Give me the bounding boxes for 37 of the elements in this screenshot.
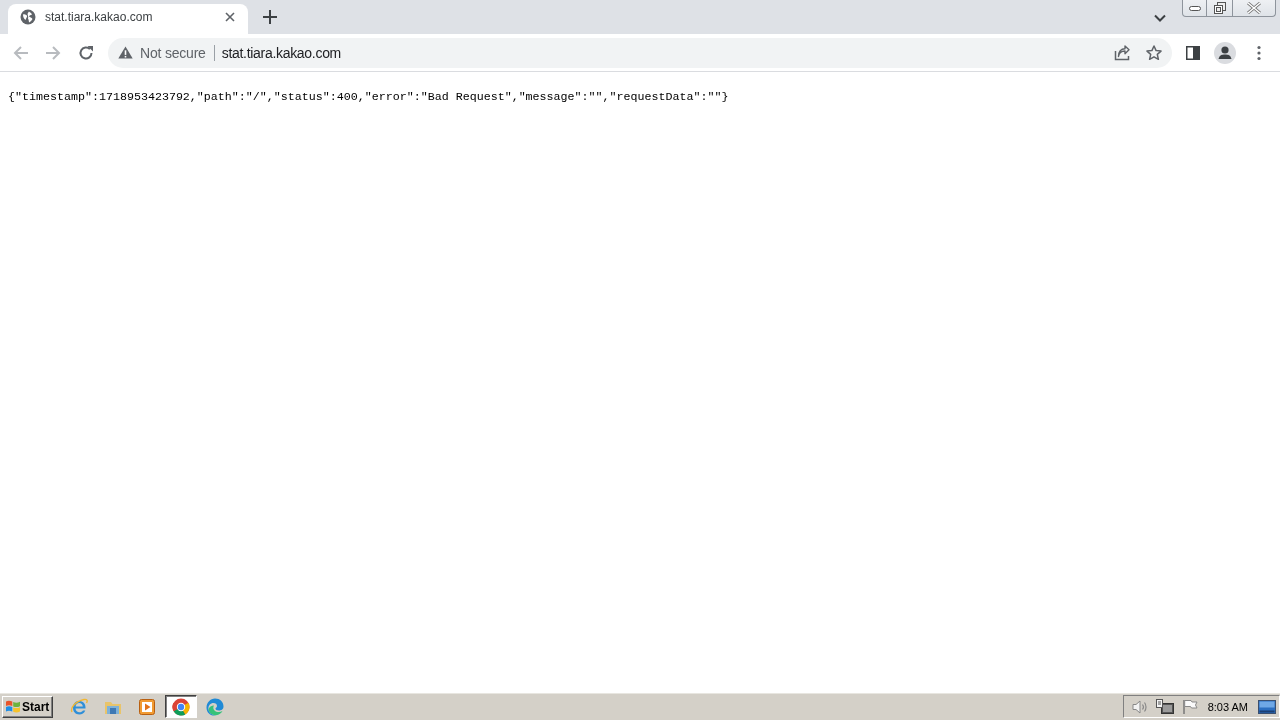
star-icon: [1146, 44, 1162, 61]
desktop-icon: [1258, 699, 1276, 714]
url-text: stat.tiara.kakao.com: [221, 44, 341, 61]
address-bar[interactable]: Not secure stat.tiara.kakao.com: [108, 37, 1172, 68]
response-text: {"timestamp":1718953423792,"path":"/","status":400,"error":"Bad Request","message":"","requestData":""}: [8, 90, 729, 104]
minimize-button[interactable]: [1182, 0, 1207, 17]
network-icon: [1155, 698, 1174, 715]
minimize-icon: [1188, 5, 1201, 11]
globe-icon: [20, 9, 36, 25]
plus-icon: [263, 10, 277, 24]
person-icon: [1214, 41, 1236, 64]
tab-title: stat.tiara.kakao.com: [45, 10, 154, 24]
arrow-left-icon: [13, 44, 29, 61]
restore-icon: [1213, 2, 1226, 14]
arrow-right-icon: [45, 44, 61, 61]
speaker-icon: [1131, 699, 1148, 714]
reload-icon: [78, 44, 94, 61]
ring-logo-icon: [172, 697, 190, 716]
flag-logo-icon: [5, 699, 21, 714]
start-button[interactable]: Start: [2, 695, 53, 718]
browser-tab[interactable]: stat.tiara.kakao.com: [8, 4, 248, 34]
side-panel-icon: [1186, 45, 1200, 60]
more-vertical-icon: [1257, 44, 1261, 61]
play-icon: [139, 698, 155, 715]
flag-icon: [1181, 698, 1198, 715]
security-chip[interactable]: Not secure: [137, 44, 209, 61]
clock-text: 8:03 AM: [1207, 700, 1248, 713]
warning-icon: [118, 46, 133, 59]
restore-button[interactable]: [1207, 0, 1233, 17]
close-icon: [225, 12, 235, 22]
close-button[interactable]: [1233, 0, 1276, 17]
taskbar-app-button[interactable]: [165, 695, 197, 718]
close-icon: [1247, 2, 1261, 14]
letter-e-icon: [70, 697, 88, 716]
share-icon: [1114, 44, 1130, 61]
chevron-down-icon: [1154, 14, 1166, 22]
wave-logo-icon: [206, 697, 224, 716]
